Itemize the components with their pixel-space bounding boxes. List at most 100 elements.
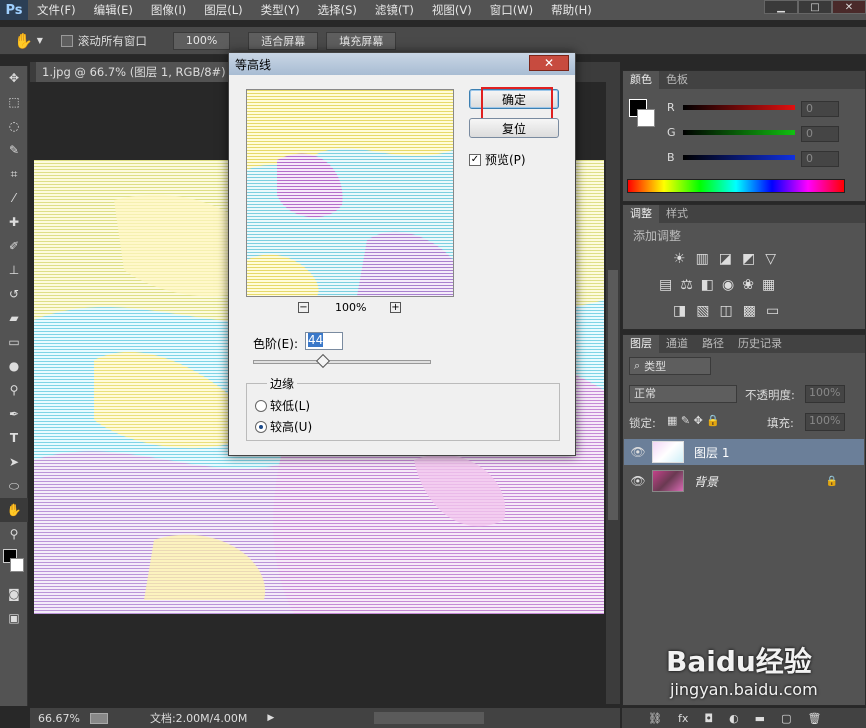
type-tool-icon[interactable]: T [0,426,28,450]
channel-b-value[interactable]: 0 [801,151,839,167]
edge-low-radio[interactable] [255,399,267,412]
tab-paths[interactable]: 路径 [695,335,731,353]
zoom-100-button[interactable]: 100% [172,31,231,50]
fx-icon[interactable]: fx [678,712,688,725]
history-brush-tool-icon[interactable]: ↺ [0,282,28,306]
tab-styles[interactable]: 样式 [659,205,695,223]
visibility-eye-icon[interactable]: 👁 [624,445,652,459]
vertical-scroll-thumb[interactable] [608,270,618,520]
ellipse-tool-icon[interactable]: ⬭ [0,474,28,498]
spectrum-ramp[interactable] [627,179,845,193]
status-icon[interactable] [89,712,108,724]
channel-b-slider[interactable] [683,155,795,160]
tab-layers[interactable]: 图层 [623,335,659,353]
channel-r-value[interactable]: 0 [801,101,839,117]
zoom-out-icon[interactable]: − [298,302,309,313]
color-balance-icon[interactable]: ⚖ [680,277,693,293]
gradient-tool-icon[interactable]: ▭ [0,330,28,354]
menu-select[interactable]: 选择(S) [309,0,366,20]
scroll-all-checkbox[interactable] [60,34,73,47]
marquee-tool-icon[interactable]: ⬚ [0,90,28,114]
invert-icon[interactable]: ◨ [673,303,686,319]
hand-tool-icon[interactable]: ✋ [0,498,28,522]
levels-slider-thumb[interactable] [315,353,331,369]
menu-filter[interactable]: 滤镜(T) [366,0,423,20]
brightness-icon[interactable]: ☀ [673,251,686,267]
eraser-tool-icon[interactable]: ▰ [0,306,28,330]
tab-swatches[interactable]: 色板 [659,71,695,89]
blend-mode-select[interactable]: 正常 [629,385,737,403]
background-color-swatch[interactable] [637,109,655,127]
scroll-all-option[interactable]: 滚动所有窗口 [60,33,147,49]
menu-file[interactable]: 文件(F) [28,0,85,20]
channel-r-slider[interactable] [683,105,795,110]
chevron-down-icon[interactable]: ▼ [37,36,43,45]
menu-help[interactable]: 帮助(H) [542,0,601,20]
adjustment-layer-icon[interactable]: ◐ [729,712,739,725]
quick-select-tool-icon[interactable]: ✎ [0,138,28,162]
close-window-icon[interactable]: ✕ [832,0,866,14]
gradient-map-icon[interactable]: ▭ [766,303,779,319]
zoom-in-icon[interactable]: + [390,302,401,313]
screen-mode-icon[interactable]: ▣ [0,606,28,630]
dodge-tool-icon[interactable]: ⚲ [0,378,28,402]
opacity-value[interactable]: 100% [805,385,845,403]
lasso-tool-icon[interactable]: ◌ [0,114,28,138]
layer-filter-select[interactable]: ⌕ 类型 [629,357,711,375]
edge-high-option[interactable]: 较高(U) [255,418,312,435]
color-lookup-icon[interactable]: ▦ [762,277,775,293]
menu-view[interactable]: 视图(V) [423,0,481,20]
fill-screen-button[interactable]: 填充屏幕 [326,31,397,50]
layer-row-layer1[interactable]: 👁 图层 1 [624,439,864,465]
layer-row-background[interactable]: 👁 背景 🔒 [624,468,864,494]
status-menu-arrow-icon[interactable]: ▶ [267,713,274,723]
threshold-icon[interactable]: ◫ [719,303,732,319]
preview-window[interactable] [246,89,454,297]
layer-name[interactable]: 图层 1 [694,444,729,461]
lock-icons[interactable]: ▦ ✎ ✥ 🔒 [667,414,720,427]
link-icon[interactable]: ⛓ [648,712,662,725]
brush-tool-icon[interactable]: ✐ [0,234,28,258]
photo-filter-icon[interactable]: ◉ [722,277,734,293]
trash-icon[interactable]: 🗑 [807,712,821,725]
tab-history[interactable]: 历史记录 [731,335,789,353]
pen-tool-icon[interactable]: ✒ [0,402,28,426]
zoom-level[interactable]: 66.67% [38,712,80,725]
healing-brush-tool-icon[interactable]: ✚ [0,210,28,234]
levels-icon[interactable]: ▥ [696,251,709,267]
new-layer-icon[interactable]: ▢ [781,712,791,725]
exposure-icon[interactable]: ◩ [742,251,755,267]
fit-screen-button[interactable]: 适合屏幕 [248,31,319,50]
quick-mask-icon[interactable]: ◙ [0,582,28,606]
reset-button[interactable]: 复位 [469,118,559,138]
group-folder-icon[interactable]: ▬ [755,712,765,725]
levels-input[interactable]: 44 [305,332,343,350]
menu-image[interactable]: 图像(I) [142,0,195,20]
close-icon[interactable]: ✕ [529,55,569,71]
vibrance-icon[interactable]: ▽ [765,251,776,267]
maximize-icon[interactable]: □ [798,0,832,14]
channel-mixer-icon[interactable]: ❀ [742,277,754,293]
preview-checkbox[interactable]: ✓ [469,153,481,166]
channel-g-slider[interactable] [683,130,795,135]
menu-type[interactable]: 类型(Y) [252,0,309,20]
posterize-icon[interactable]: ▧ [696,303,709,319]
move-tool-icon[interactable]: ✥ [0,66,28,90]
crop-tool-icon[interactable]: ⌗ [0,162,28,186]
channel-g-value[interactable]: 0 [801,126,839,142]
menu-edit[interactable]: 编辑(E) [85,0,142,20]
minimize-icon[interactable]: ▁ [764,0,798,14]
preview-option[interactable]: ✓ 预览(P) [469,151,526,168]
edge-high-radio[interactable] [255,420,267,433]
layer-name[interactable]: 背景 [694,473,718,490]
tab-adjustments[interactable]: 调整 [623,205,659,223]
levels-slider[interactable] [253,360,431,364]
menu-layer[interactable]: 图层(L) [195,0,251,20]
blur-tool-icon[interactable]: ● [0,354,28,378]
horizontal-scroll-thumb[interactable] [374,712,485,724]
black-white-icon[interactable]: ◧ [701,277,714,293]
edge-low-option[interactable]: 较低(L) [255,397,310,414]
menu-window[interactable]: 窗口(W) [481,0,542,20]
document-tab[interactable]: 1.jpg @ 66.7% (图层 1, RGB/8#) * [36,62,242,82]
clone-stamp-tool-icon[interactable]: ⊥ [0,258,28,282]
